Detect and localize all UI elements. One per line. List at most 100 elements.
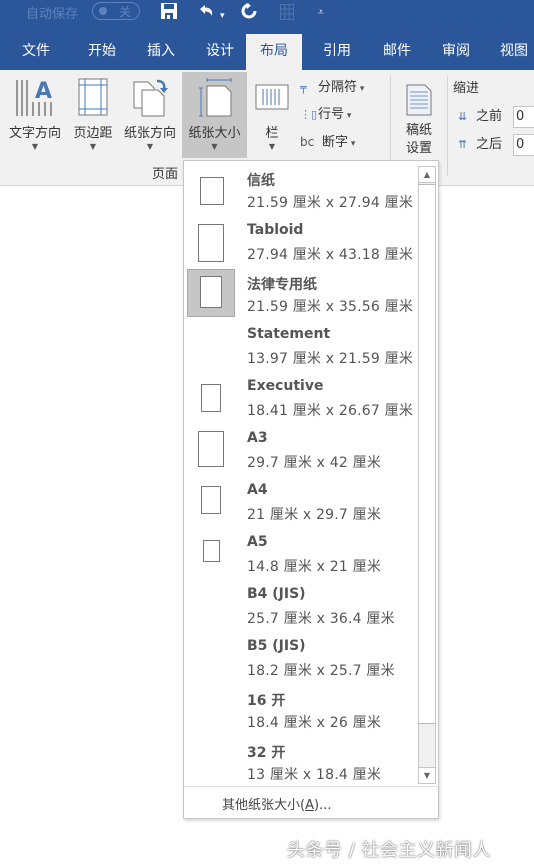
spacing-after-input[interactable]: 0	[513, 134, 534, 156]
margins-label: 页边距	[73, 126, 113, 141]
page-thumbnail-icon	[198, 431, 224, 467]
hyphenation-button[interactable]: bc 断字 ▾	[300, 131, 355, 153]
manuscript-settings-button[interactable]: 稿纸 设置	[396, 72, 442, 158]
paper-size-name: 16 开	[247, 693, 286, 709]
paper-size-dimensions: 18.41 厘米 x 26.67 厘米	[247, 403, 414, 419]
scroll-up-icon[interactable]: ▲	[419, 167, 435, 183]
line-numbers-icon: ⋮▯	[300, 108, 318, 121]
paper-size-menu: 信纸 21.59 厘米 x 27.94 厘米 Tabloid 27.94 厘米 x 4…	[183, 160, 439, 819]
more-label-suffix: )...	[313, 798, 332, 813]
more-paper-sizes-item[interactable]: 其他纸张大小(A)...	[222, 794, 331, 813]
svg-text:A: A	[35, 79, 52, 104]
orientation-label: 纸张方向	[123, 126, 176, 141]
autosave-label: 自动保存	[26, 7, 79, 22]
orientation-icon	[130, 78, 170, 122]
breaks-icon: ╤	[300, 81, 307, 94]
tab-design[interactable]: 设计	[194, 34, 246, 70]
paper-size-name: 32 开	[247, 745, 286, 761]
watermark: 头条号 / 社会主义新闻人	[287, 840, 492, 861]
paper-size-dimensions: 21.59 厘米 x 27.94 厘米	[247, 195, 414, 211]
margins-icon	[78, 78, 108, 120]
tab-home[interactable]: 开始	[76, 34, 128, 70]
table-icon	[280, 4, 294, 25]
redo-icon[interactable]	[240, 2, 258, 25]
paper-size-dimensions: 18.2 厘米 x 25.7 厘米	[247, 663, 395, 679]
paper-size-dimensions: 27.94 厘米 x 43.18 厘米	[247, 247, 414, 263]
menu-scrollbar[interactable]: ▲ ▼	[418, 166, 436, 784]
tab-layout[interactable]: 布局	[246, 34, 302, 70]
tab-references[interactable]: 引用	[311, 34, 363, 70]
page-thumbnail-icon	[200, 177, 224, 205]
undo-dropdown-icon[interactable]: ▾	[220, 6, 225, 26]
paper-size-name: Executive	[247, 378, 324, 394]
hyphenation-label: 断字	[322, 135, 349, 150]
undo-icon[interactable]	[196, 2, 216, 25]
page-thumbnail-icon	[200, 276, 222, 308]
paper-size-item[interactable]: B5 (JIS) 18.2 厘米 x 25.7 厘米	[186, 632, 416, 684]
paper-size-name: 信纸	[247, 173, 275, 189]
paper-size-item[interactable]: A3 29.7 厘米 x 42 厘米	[186, 424, 416, 476]
scroll-thumb[interactable]	[419, 184, 435, 724]
tab-mailings[interactable]: 邮件	[371, 34, 423, 70]
paper-size-item[interactable]: B4 (JIS) 25.7 厘米 x 36.4 厘米	[186, 580, 416, 632]
paper-size-item[interactable]: Statement 13.97 厘米 x 21.59 厘米	[186, 320, 416, 372]
columns-button[interactable]: 栏 ▼	[252, 72, 292, 158]
dropdown-caret-icon: ▼	[89, 142, 97, 151]
spacing-before-icon: ⇊	[458, 110, 468, 123]
title-bar: 自动保存 关 ▾ ⩡	[0, 0, 534, 34]
dropdown-caret-icon: ▼	[146, 142, 154, 151]
paper-size-item[interactable]: Executive 18.41 厘米 x 26.67 厘米	[186, 372, 416, 424]
spacing-after-row: ⇈ 之后	[458, 134, 502, 156]
paper-size-dimensions: 25.7 厘米 x 36.4 厘米	[247, 611, 395, 627]
spacing-after-icon: ⇈	[458, 138, 468, 151]
paper-size-dimensions: 29.7 厘米 x 42 厘米	[247, 455, 382, 471]
scroll-down-icon[interactable]: ▼	[419, 767, 435, 783]
size-label: 纸张大小	[188, 126, 241, 141]
spacing-before-row: ⇊ 之前	[458, 106, 502, 128]
paper-size-item[interactable]: A5 14.8 厘米 x 21 厘米	[186, 528, 416, 580]
paper-size-item[interactable]: Tabloid 27.94 厘米 x 43.18 厘米	[186, 216, 416, 268]
manuscript-label: 稿纸 设置	[396, 122, 442, 158]
group-separator	[447, 76, 448, 176]
dropdown-caret-icon: ▼	[211, 142, 218, 151]
paper-size-dimensions: 14.8 厘米 x 21 厘米	[247, 559, 382, 575]
paper-size-dimensions: 13 厘米 x 18.4 厘米	[247, 767, 382, 783]
text-direction-label: 文字方向	[8, 126, 61, 141]
page-setup-group-label: 页面	[152, 167, 179, 182]
paper-size-dimensions: 13.97 厘米 x 21.59 厘米	[247, 351, 414, 367]
tab-insert[interactable]: 插入	[135, 34, 187, 70]
size-button[interactable]: 纸张大小 ▼	[182, 72, 247, 158]
save-icon[interactable]	[160, 2, 178, 25]
autosave-toggle[interactable]: 关	[92, 2, 140, 20]
customize-qat-icon[interactable]: ⩡	[318, 3, 324, 23]
paper-size-dimensions: 18.4 厘米 x 26 厘米	[247, 715, 382, 731]
page-thumbnail-icon	[203, 540, 220, 562]
page-thumbnail-icon	[201, 486, 221, 514]
paper-size-item[interactable]: 16 开 18.4 厘米 x 26 厘米	[186, 684, 416, 736]
paper-size-dimensions: 21.59 厘米 x 35.56 厘米	[247, 299, 414, 315]
tab-file[interactable]: 文件	[10, 34, 62, 70]
paper-size-name: B5 (JIS)	[247, 638, 306, 654]
page-thumbnail-icon	[198, 224, 224, 262]
indent-label: 缩进	[453, 81, 480, 96]
paper-size-item[interactable]: 信纸 21.59 厘米 x 27.94 厘米	[186, 164, 416, 216]
breaks-button[interactable]: ╤ 分隔符 ▾	[300, 77, 364, 99]
tab-view[interactable]: 视图	[488, 34, 534, 70]
manuscript-icon	[406, 84, 432, 120]
text-direction-button[interactable]: A 文字方向 ▼	[2, 72, 68, 158]
line-numbers-button[interactable]: ⋮▯行号 ▾	[300, 104, 351, 126]
paper-size-item[interactable]: A4 21 厘米 x 29.7 厘米	[186, 476, 416, 528]
manuscript-label-line1: 稿纸	[405, 123, 432, 138]
manuscript-label-line2: 设置	[405, 141, 432, 156]
tab-review[interactable]: 审阅	[430, 34, 482, 70]
text-direction-icon: A	[13, 78, 57, 124]
spacing-before-input[interactable]: 0	[513, 106, 534, 128]
hyphenation-icon: bc	[300, 135, 315, 149]
margins-button[interactable]: 页边距 ▼	[68, 72, 118, 158]
line-numbers-label: 行号	[318, 107, 345, 122]
page-thumbnail-icon	[201, 384, 221, 412]
paper-size-item[interactable]: 法律专用纸 21.59 厘米 x 35.56 厘米	[186, 268, 416, 320]
columns-label: 栏	[265, 126, 279, 141]
orientation-button[interactable]: 纸张方向 ▼	[118, 72, 182, 158]
paper-size-item[interactable]: 32 开 13 厘米 x 18.4 厘米	[186, 736, 416, 788]
